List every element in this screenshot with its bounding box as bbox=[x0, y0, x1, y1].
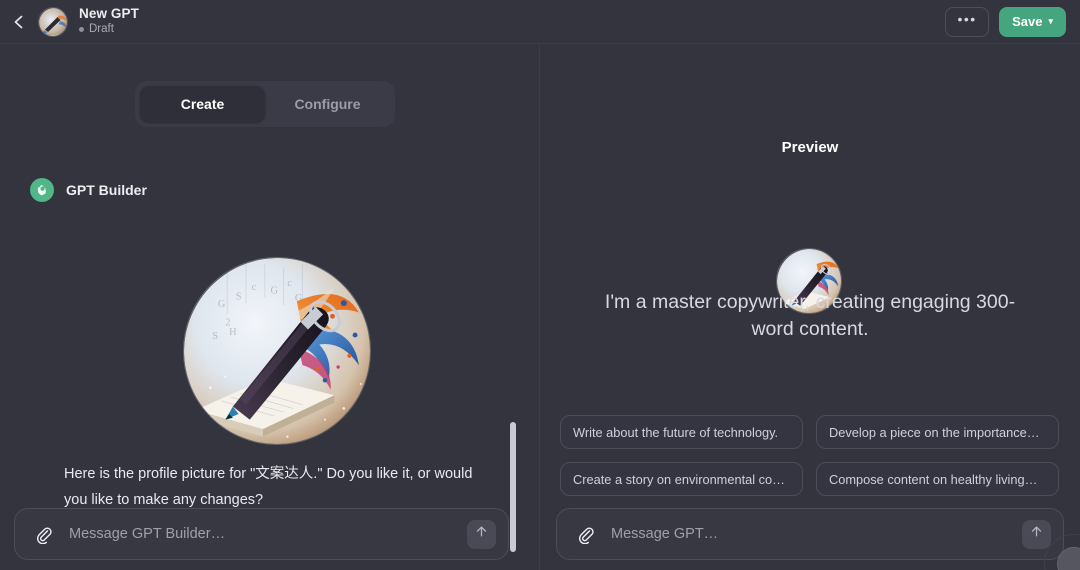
svg-text:H: H bbox=[229, 327, 237, 338]
app-header: New GPT Draft ••• Save ▾ bbox=[0, 0, 1080, 44]
builder-message-composer[interactable]: Message GPT Builder… bbox=[14, 508, 509, 560]
starter-chip[interactable]: Compose content on healthy living… bbox=[816, 462, 1059, 496]
header-actions: ••• Save ▾ bbox=[945, 6, 1066, 37]
chat-scrollbar-thumb[interactable] bbox=[510, 422, 516, 552]
chevron-left-icon bbox=[11, 14, 27, 30]
tab-bar: Create Configure bbox=[135, 81, 395, 127]
avatar-artwork-icon bbox=[39, 7, 67, 36]
svg-text:G: G bbox=[218, 299, 226, 310]
preview-heading: Preview bbox=[781, 139, 839, 156]
tab-configure[interactable]: Configure bbox=[265, 86, 390, 122]
conversation-starters: Write about the future of technology. De… bbox=[560, 415, 1060, 496]
create-panel: Create Configure GPT Builder G S c G c 2… bbox=[0, 44, 539, 570]
starter-chip[interactable]: Create a story on environmental co… bbox=[560, 462, 803, 496]
assistant-message: Here is the profile picture for "文案达人." … bbox=[64, 466, 473, 508]
fountain-pen-artwork-icon: GSc Gc2 S HG bbox=[184, 258, 370, 444]
send-button[interactable] bbox=[1022, 519, 1051, 549]
status-label: Draft bbox=[89, 23, 114, 35]
preview-message-composer[interactable]: Message GPT… bbox=[556, 508, 1064, 560]
preview-message-input[interactable]: Message GPT… bbox=[611, 526, 1022, 542]
paperclip-icon[interactable] bbox=[33, 524, 53, 544]
arrow-up-icon bbox=[474, 524, 489, 544]
gpt-title: New GPT bbox=[79, 6, 139, 21]
save-label: Save bbox=[1012, 14, 1043, 29]
preview-description: I'm a master copywriter, creating engagi… bbox=[604, 291, 1016, 340]
arrow-up-icon bbox=[1029, 524, 1044, 544]
tab-create[interactable]: Create bbox=[140, 86, 265, 122]
builder-name: GPT Builder bbox=[66, 182, 147, 198]
svg-text:c: c bbox=[287, 278, 292, 289]
starter-chip[interactable]: Write about the future of technology. bbox=[560, 415, 803, 449]
header-meta: New GPT Draft bbox=[79, 6, 139, 37]
panels-container: Create Configure GPT Builder G S c G c 2… bbox=[0, 44, 1080, 570]
more-options-button[interactable]: ••• bbox=[945, 6, 990, 37]
send-button[interactable] bbox=[467, 519, 496, 549]
paperclip-icon[interactable] bbox=[575, 524, 595, 544]
preview-panel: Preview I'm a master copywriter, creatin… bbox=[540, 44, 1080, 570]
builder-message-input[interactable]: Message GPT Builder… bbox=[69, 526, 467, 542]
chevron-down-icon: ▾ bbox=[1048, 16, 1053, 26]
builder-identity: GPT Builder bbox=[30, 178, 147, 202]
gpt-status: Draft bbox=[79, 22, 139, 37]
back-button[interactable] bbox=[4, 7, 34, 37]
generated-profile-picture: GSc Gc2 SHG bbox=[183, 257, 371, 445]
svg-text:S: S bbox=[236, 291, 242, 302]
svg-text:S: S bbox=[212, 331, 218, 342]
openai-logo-icon bbox=[30, 178, 54, 202]
gpt-avatar-small bbox=[38, 6, 68, 37]
gpt-builder-window: New GPT Draft ••• Save ▾ Create Configur… bbox=[0, 0, 1080, 570]
starter-chip[interactable]: Develop a piece on the importance… bbox=[816, 415, 1059, 449]
svg-text:c: c bbox=[252, 282, 257, 293]
status-dot-icon bbox=[79, 27, 84, 32]
svg-text:G: G bbox=[270, 286, 278, 297]
save-button[interactable]: Save ▾ bbox=[999, 6, 1066, 37]
